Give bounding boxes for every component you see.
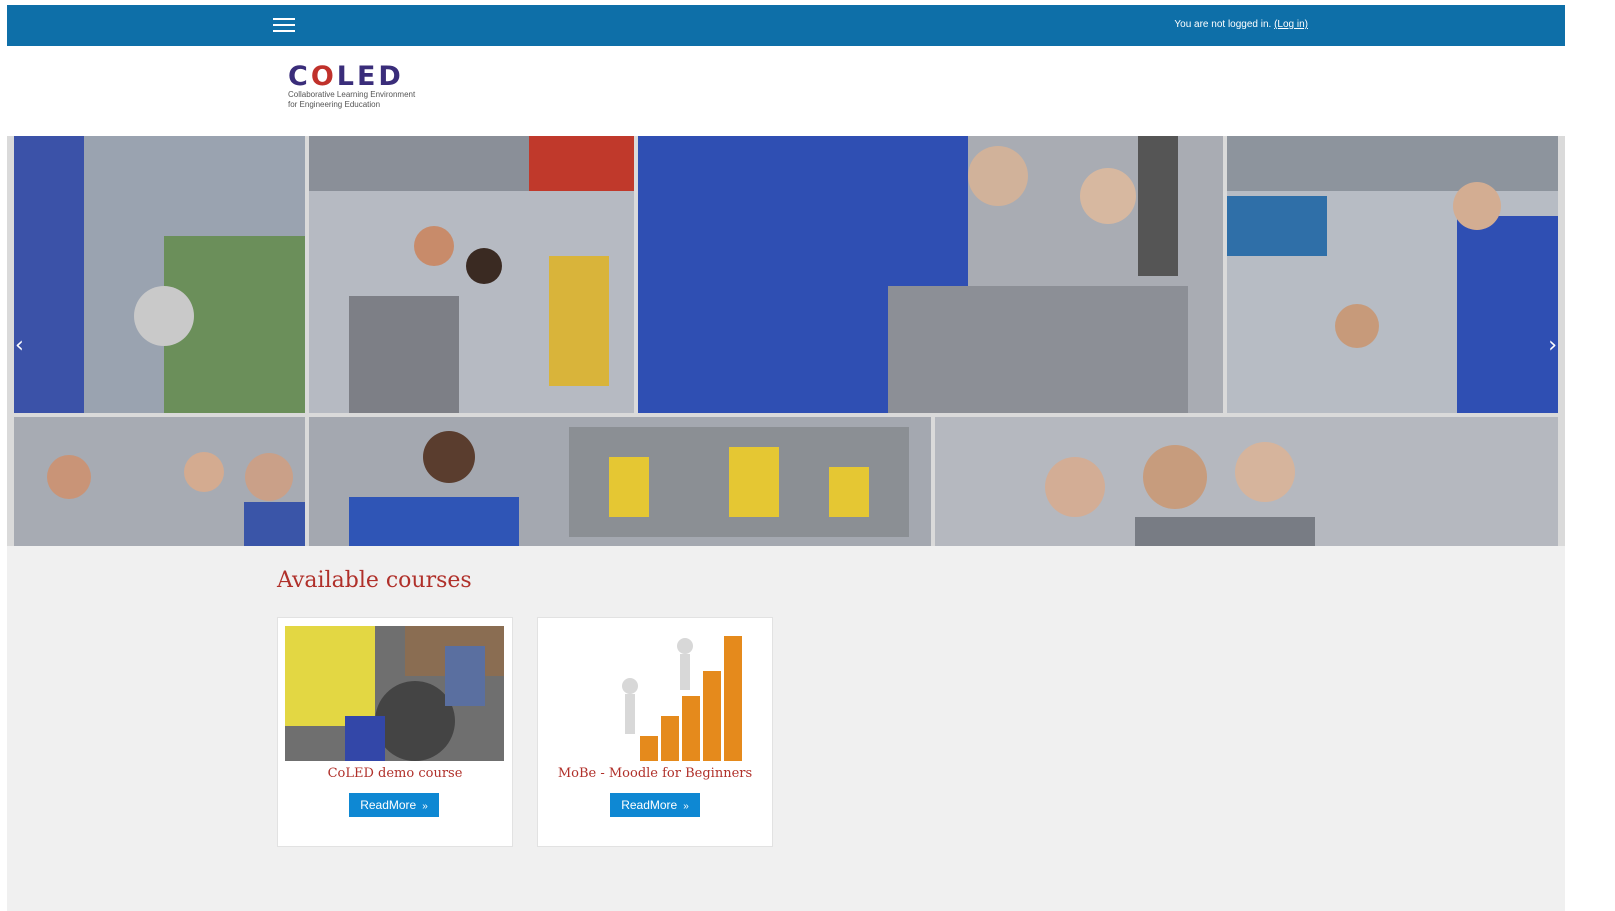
- course-card[interactable]: MoBe - Moodle for Beginners ReadMore»: [537, 617, 773, 847]
- logo-wordmark: COLED: [288, 61, 404, 92]
- login-status: You are not logged in. (Log in): [1174, 19, 1308, 30]
- top-navbar: You are not logged in. (Log in): [7, 5, 1565, 46]
- login-link[interactable]: (Log in): [1274, 19, 1308, 30]
- chevron-right-icon[interactable]: ›: [1548, 333, 1557, 358]
- chevron-left-icon[interactable]: ‹: [15, 333, 24, 358]
- course-title[interactable]: MoBe - Moodle for Beginners: [538, 766, 772, 781]
- course-image-machine: [285, 626, 504, 761]
- hero-photo-wiring: [309, 417, 931, 546]
- hero-photo-workshop: [14, 136, 305, 413]
- available-courses-heading: Available courses: [277, 568, 472, 593]
- readmore-button[interactable]: ReadMore»: [349, 793, 439, 817]
- page-frame: You are not logged in. (Log in) COLED Co…: [7, 5, 1565, 911]
- hero-photo-drill: [1227, 136, 1558, 413]
- double-chevron-icon: »: [422, 801, 428, 812]
- readmore-button[interactable]: ReadMore»: [610, 793, 700, 817]
- logo-tagline: Collaborative Learning Environment for E…: [288, 90, 416, 109]
- hamburger-menu-icon[interactable]: [273, 17, 295, 34]
- hero-slider: ‹ ›: [7, 136, 1565, 546]
- site-header: COLED Collaborative Learning Environment…: [7, 46, 1565, 136]
- course-image-climbing-chart: [545, 626, 764, 761]
- course-title[interactable]: CoLED demo course: [278, 766, 512, 781]
- double-chevron-icon: »: [683, 801, 689, 812]
- hero-photo-machining: [638, 136, 1223, 413]
- login-status-text: You are not logged in.: [1174, 19, 1272, 30]
- hero-photo-smiling-students: [935, 417, 1558, 546]
- hero-photo-students: [309, 136, 634, 413]
- course-card[interactable]: CoLED demo course ReadMore»: [277, 617, 513, 847]
- site-logo[interactable]: COLED Collaborative Learning Environment…: [288, 61, 433, 114]
- hero-photo-group: [14, 417, 305, 546]
